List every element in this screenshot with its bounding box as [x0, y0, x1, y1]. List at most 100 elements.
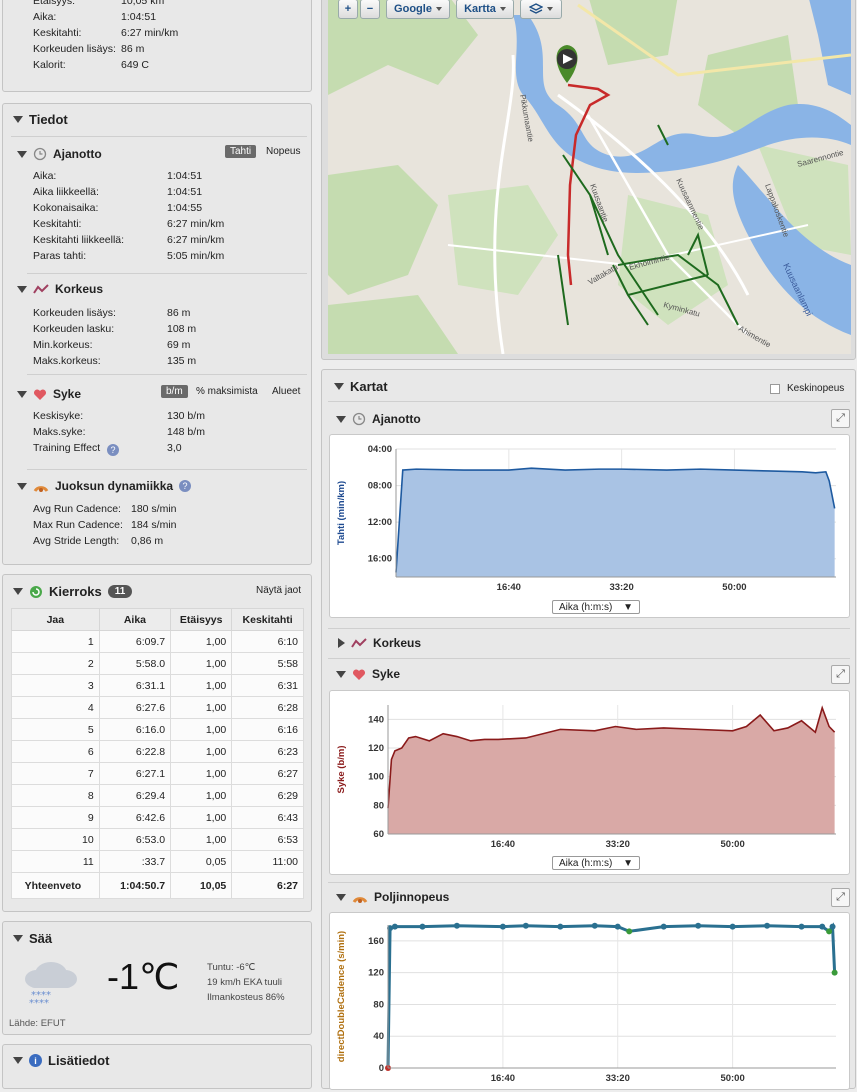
ajanotto-section-header[interactable]: Ajanotto — [17, 147, 102, 161]
snow-cloud-icon: **** **** — [25, 962, 77, 1008]
table-cell: :33.7 — [98, 850, 172, 873]
expand-icon[interactable]: ⤢ — [831, 409, 850, 428]
collapse-arrow-icon[interactable] — [334, 383, 344, 390]
collapse-arrow-icon[interactable] — [13, 935, 23, 942]
table-row[interactable]: 6 6:22.8 1,00 6:23 — [11, 740, 304, 763]
charts-title: Kartat — [350, 379, 388, 394]
table-row[interactable]: 5 6:16.0 1,00 6:16 — [11, 718, 304, 741]
data-point — [499, 923, 506, 930]
help-icon[interactable]: ? — [107, 444, 119, 456]
cadence-chart-header[interactable]: Poljinnopeus — [336, 890, 449, 904]
tahti-toggle[interactable]: Tahti — [225, 145, 257, 158]
lisatiedot-header[interactable]: i Lisätiedot — [13, 1053, 109, 1068]
collapse-arrow-icon[interactable] — [336, 893, 346, 901]
y-tick-label: 100 — [368, 772, 384, 783]
ajanotto-value: 5:05 min/km — [167, 250, 225, 262]
avg-speed-checkbox[interactable] — [770, 384, 780, 394]
table-cell: 6:42.6 — [98, 806, 172, 829]
pace-chart-svg: 04:00 08:00 12:00 16:00 16:40 33:20 50:00 Tahti… — [336, 444, 836, 593]
table-row[interactable]: 8 6:29.4 1,00 6:29 — [11, 784, 304, 807]
tiedot-header[interactable]: Tiedot — [13, 112, 68, 127]
table-cell: 10 — [11, 828, 100, 851]
layers-dropdown[interactable] — [520, 0, 562, 19]
hr-axis-select[interactable]: Aika (h:m:s) ▼ — [552, 856, 640, 870]
show-splits-link[interactable]: Näytä jaot — [256, 585, 301, 596]
korkeus-value: 69 m — [167, 339, 191, 351]
collapse-arrow-icon[interactable] — [336, 415, 346, 423]
collapse-arrow-icon[interactable] — [13, 116, 23, 123]
pace-chart-header[interactable]: Ajanotto — [336, 412, 421, 426]
data-point — [798, 923, 805, 930]
humidity: Ilmankosteus 86% — [207, 992, 285, 1003]
collapse-arrow-icon[interactable] — [17, 390, 27, 398]
syke-section-header[interactable]: Syke — [17, 387, 81, 401]
help-icon[interactable]: ? — [179, 480, 192, 492]
table-cell: 7 — [11, 762, 100, 785]
map-type-dropdown[interactable]: Kartta — [456, 0, 514, 19]
table-row[interactable]: 4 6:27.6 1,00 6:28 — [11, 696, 304, 719]
lisatiedot-panel: i Lisätiedot — [2, 1044, 312, 1089]
column-header[interactable]: Jaa — [11, 608, 100, 631]
zoom-in-button[interactable]: + — [338, 0, 358, 19]
dynamiikka-title: Juoksun dynamiikka — [55, 479, 174, 493]
expand-arrow-icon[interactable] — [338, 638, 345, 648]
data-point — [764, 922, 771, 929]
syke-value: 3,0 — [167, 442, 182, 454]
table-cell: 6:29 — [231, 784, 304, 807]
heart-icon — [352, 668, 366, 680]
ajanotto-value: 6:27 min/km — [167, 218, 225, 230]
table-row[interactable]: 11:33.7 0,05 11:00 — [11, 850, 304, 873]
x-tick-label: 50:00 — [720, 839, 744, 850]
column-header[interactable]: Etäisyys — [170, 608, 233, 631]
table-row[interactable]: 2 5:58.0 1,00 5:58 — [11, 652, 304, 675]
charts-header[interactable]: Kartat — [334, 379, 388, 394]
y-axis-label: directDoubleCadence (s/min) — [336, 931, 347, 1062]
y-tick-label: 80 — [373, 800, 384, 811]
zones-toggle[interactable]: Alueet — [267, 385, 305, 398]
summary-value: 10,05 km — [121, 0, 165, 7]
bpm-toggle[interactable]: b/m — [161, 385, 188, 398]
data-point — [831, 969, 838, 976]
map-view[interactable]: Pikkumaantie Kuusaantie Kuusaanmentie Ek… — [328, 0, 851, 354]
hr-chart-header[interactable]: Syke — [336, 667, 400, 681]
laps-icon — [30, 585, 42, 598]
pace-axis-select[interactable]: Aika (h:m:s) ▼ — [552, 600, 640, 614]
column-header[interactable]: Keskitahti — [231, 608, 304, 631]
zoom-out-button[interactable]: − — [360, 0, 380, 19]
table-row[interactable]: 1 6:09.7 1,00 6:10 — [11, 630, 304, 653]
collapse-arrow-icon[interactable] — [13, 1057, 23, 1064]
laps-header[interactable]: Kierroks 11 — [13, 584, 133, 599]
table-row[interactable]: 7 6:27.1 1,00 6:27 — [11, 762, 304, 785]
table-cell: 6:27.6 — [98, 696, 172, 719]
tiedot-title: Tiedot — [29, 112, 68, 127]
korkeus-section-header[interactable]: Korkeus — [17, 282, 103, 296]
table-cell: 1,00 — [170, 630, 233, 653]
hr-chart-svg: 140 120 100 80 60 16:40 33:20 50:00 Syke (b/m) — [336, 705, 836, 850]
table-row[interactable]: 9 6:42.6 1,00 6:43 — [11, 806, 304, 829]
y-axis-label: Tahti (min/km) — [336, 481, 347, 545]
data-point — [819, 923, 826, 930]
syke-label: Maks.syke: — [33, 426, 86, 438]
collapse-arrow-icon[interactable] — [17, 482, 27, 490]
map-provider-dropdown[interactable]: Google — [386, 0, 450, 19]
expand-icon[interactable]: ⤢ — [831, 665, 850, 684]
dynamiikka-section-header[interactable]: Juoksun dynamiikka ? — [17, 479, 192, 493]
collapse-arrow-icon[interactable] — [336, 670, 346, 678]
elevation-chart-header[interactable]: Korkeus — [338, 636, 421, 650]
column-header[interactable]: Aika — [98, 608, 172, 631]
collapse-arrow-icon[interactable] — [17, 150, 27, 158]
korkeus-label: Min.korkeus: — [33, 339, 93, 351]
collapse-arrow-icon[interactable] — [17, 285, 27, 293]
summary-label: Aika: — [33, 11, 57, 23]
percent-max-toggle[interactable]: % maksimista — [191, 385, 263, 398]
korkeus-value: 108 m — [167, 323, 197, 335]
nopeus-toggle[interactable]: Nopeus — [261, 145, 305, 158]
table-cell: 6:09.7 — [98, 630, 172, 653]
weather-header[interactable]: Sää — [13, 931, 52, 946]
table-row[interactable]: 10 6:53.0 1,00 6:53 — [11, 828, 304, 851]
expand-icon[interactable]: ⤢ — [831, 888, 850, 907]
map-panel: Pikkumaantie Kuusaantie Kuusaanmentie Ek… — [321, 0, 856, 360]
collapse-arrow-icon[interactable] — [13, 588, 23, 595]
table-row[interactable]: 3 6:31.1 1,00 6:31 — [11, 674, 304, 697]
dynamiikka-value: 180 s/min — [131, 503, 177, 515]
